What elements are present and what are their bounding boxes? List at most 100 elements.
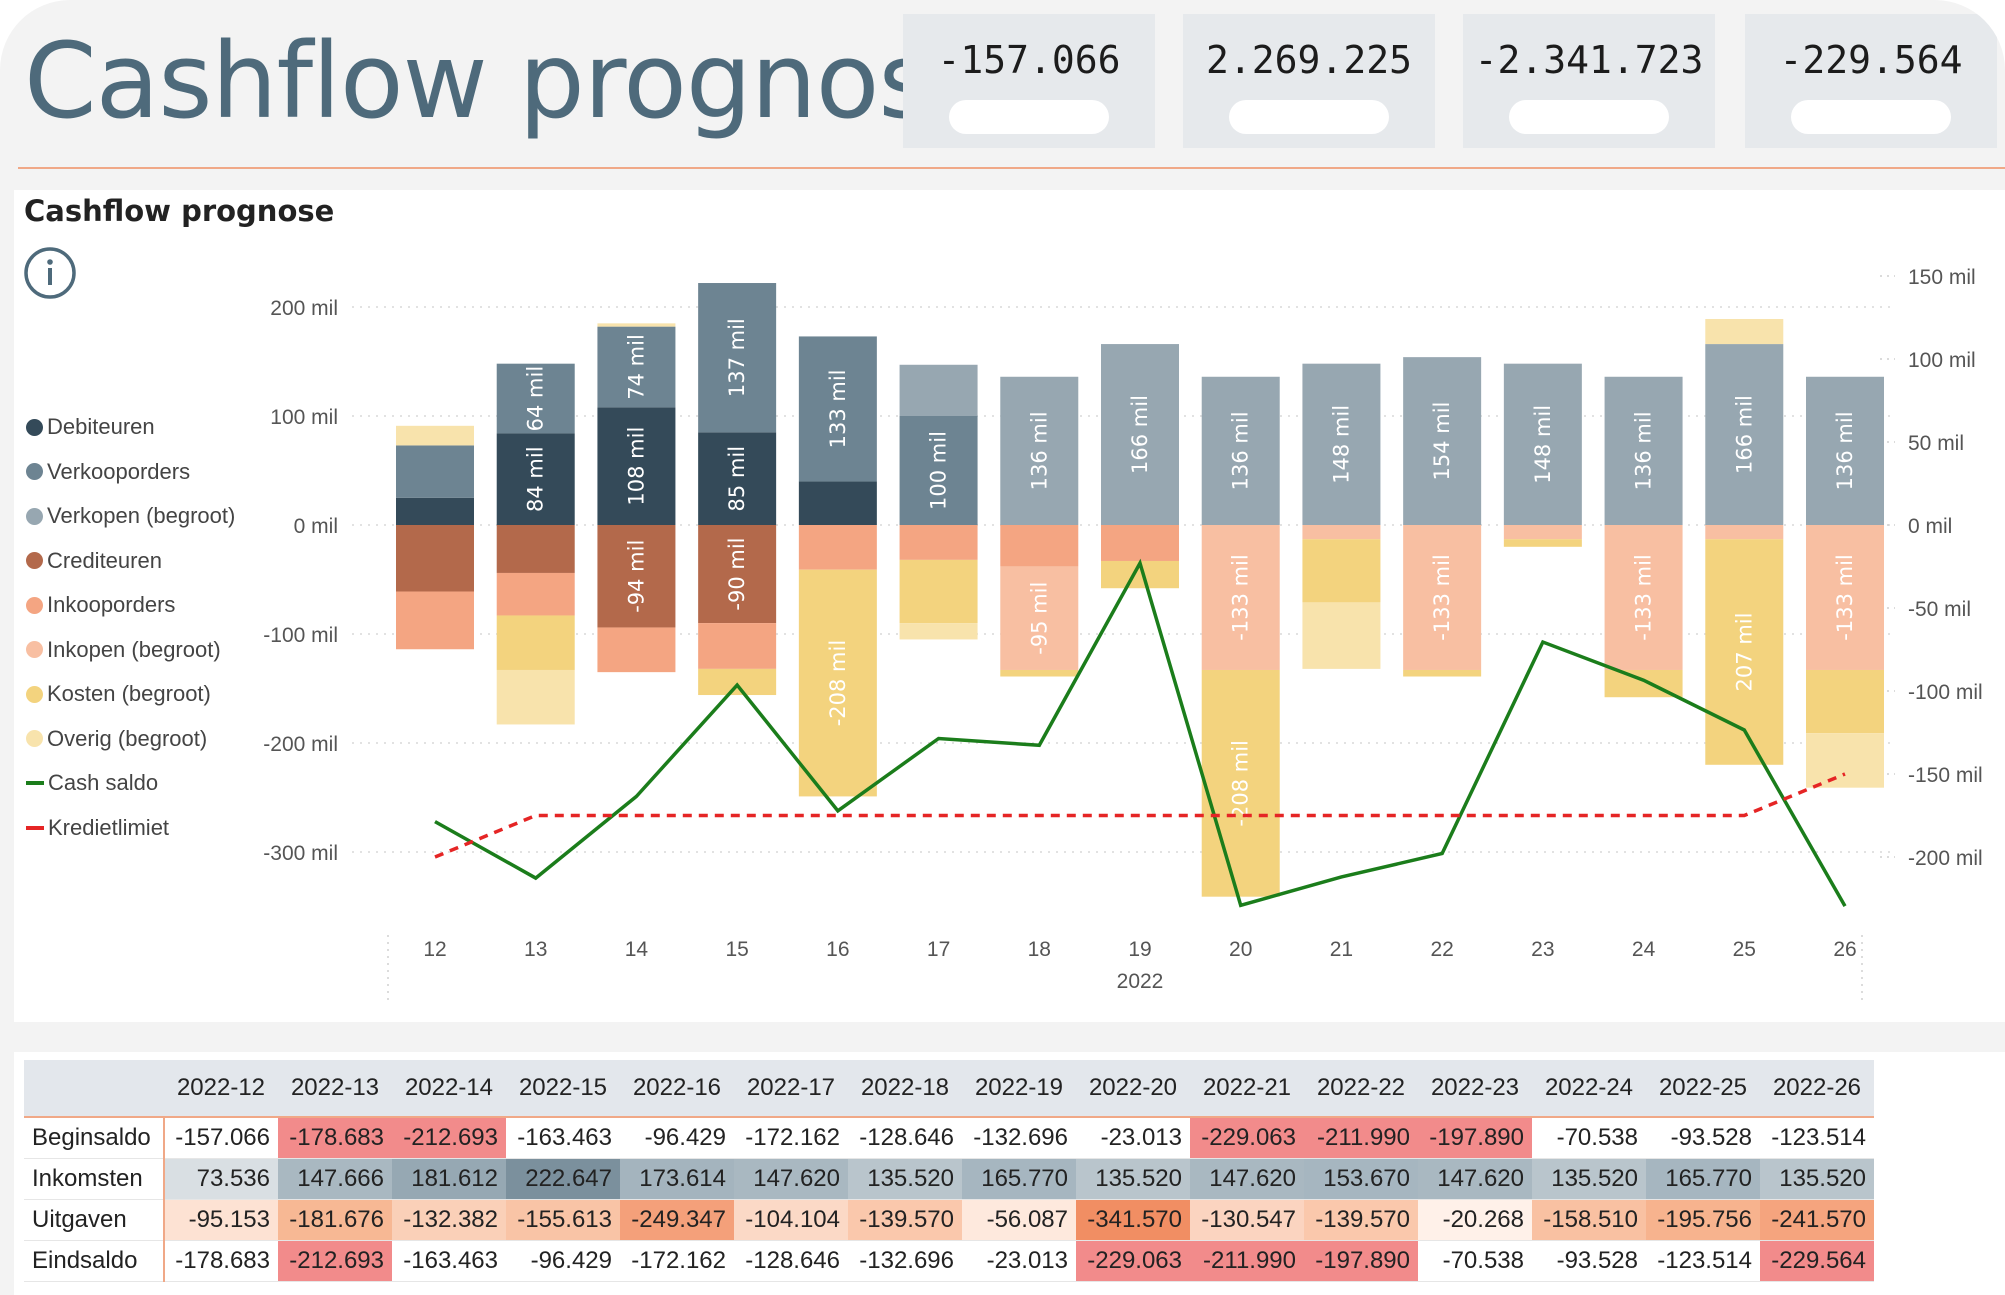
x-tick-label: 18 — [1028, 938, 1051, 961]
bar-segment — [698, 623, 777, 669]
column-header[interactable]: 2022-19 — [962, 1060, 1076, 1117]
data-label: 108 mil — [624, 427, 648, 506]
y-tick-label-left: -100 mil — [263, 624, 338, 647]
row-label: Beginsaldo — [24, 1117, 165, 1159]
bar-segment — [1705, 525, 1784, 540]
bar-segment — [1806, 669, 1884, 734]
data-label: 84 mil — [524, 446, 548, 512]
table-cell: -178.683 — [278, 1117, 392, 1159]
table-cell: 135.520 — [848, 1158, 962, 1200]
table-cell: 73.536 — [164, 1158, 278, 1200]
data-label: 166 mil — [1732, 395, 1756, 474]
data-label: 64 mil — [524, 366, 548, 432]
table-cell: -123.514 — [1760, 1117, 1874, 1159]
column-header[interactable]: 2022-21 — [1190, 1060, 1304, 1117]
table-cell: 181.612 — [392, 1158, 506, 1200]
table-cell: -157.066 — [164, 1117, 278, 1159]
y-tick-label-left: -300 mil — [263, 842, 338, 865]
x-tick-label: 20 — [1229, 938, 1252, 961]
bar-segment — [496, 572, 575, 616]
bar-segment — [1302, 525, 1381, 540]
table-cell: -104.104 — [734, 1199, 848, 1241]
column-header[interactable]: 2022-24 — [1532, 1060, 1646, 1117]
table-cell: -23.013 — [962, 1240, 1076, 1282]
data-label: -208 mil — [1229, 740, 1253, 826]
table-row: Beginsaldo -157.066 -178.683 -212.693 -163.4… — [24, 1117, 1874, 1159]
table-header-row: 2022-12 2022-13 2022-14 2022-15 2022-16 2022-… — [24, 1060, 1874, 1117]
data-label: -208 mil — [826, 640, 850, 726]
bar-segment — [597, 627, 676, 673]
column-header[interactable]: 2022-22 — [1304, 1060, 1418, 1117]
table-cell: -212.693 — [278, 1240, 392, 1282]
bar-segment — [798, 525, 877, 570]
column-header[interactable]: 2022-25 — [1646, 1060, 1760, 1117]
table-cell: 135.520 — [1532, 1158, 1646, 1200]
bar-segment — [1302, 539, 1381, 603]
bar-segment — [1503, 539, 1582, 547]
table-cell: -96.429 — [506, 1240, 620, 1282]
table-cell: -163.463 — [506, 1117, 620, 1159]
x-tick-label: 21 — [1330, 938, 1353, 961]
bar-segment — [899, 364, 978, 416]
table-row: Eindsaldo -178.683 -212.693 -163.463 -96.429… — [24, 1240, 1874, 1282]
x-axis-group-label: 2022 — [1117, 970, 1164, 993]
bar-segment — [899, 623, 978, 640]
table-cell: -93.528 — [1532, 1240, 1646, 1282]
x-tick-label: 14 — [625, 938, 649, 961]
column-header[interactable]: 2022-26 — [1760, 1060, 1874, 1117]
data-label: 137 mil — [725, 318, 749, 397]
y-tick-label-right: 50 mil — [1908, 432, 1964, 455]
y-tick-label-right: 100 mil — [1908, 349, 1976, 372]
column-header[interactable]: 2022-18 — [848, 1060, 962, 1117]
bar-segment — [396, 497, 474, 525]
column-header[interactable]: 2022-17 — [734, 1060, 848, 1117]
column-header[interactable]: 2022-12 — [164, 1060, 278, 1117]
bar-segment — [798, 481, 877, 525]
table-cell: -23.013 — [1076, 1117, 1190, 1159]
bar-segment — [396, 525, 474, 592]
x-tick-label: 17 — [927, 938, 950, 961]
table-cell: -132.696 — [962, 1117, 1076, 1159]
column-header[interactable]: 2022-20 — [1076, 1060, 1190, 1117]
table-cell: -229.564 — [1760, 1240, 1874, 1282]
data-label: -94 mil — [624, 540, 648, 613]
x-tick-label: 23 — [1531, 938, 1554, 961]
column-header[interactable]: 2022-23 — [1418, 1060, 1532, 1117]
column-header[interactable]: 2022-15 — [506, 1060, 620, 1117]
bar-segment — [1101, 525, 1179, 561]
table-cell: -132.382 — [392, 1199, 506, 1241]
table-corner — [24, 1060, 164, 1117]
y-tick-label-right: -200 mil — [1908, 847, 1983, 870]
table-cell: -96.429 — [620, 1117, 734, 1159]
x-tick-label: 13 — [524, 938, 547, 961]
table-cell: -172.162 — [734, 1117, 848, 1159]
table-cell: -128.646 — [848, 1117, 962, 1159]
table-cell: -212.693 — [392, 1117, 506, 1159]
table-row: Inkomsten 73.536 147.666 181.612 222.647 173.… — [24, 1158, 1874, 1200]
table-cell: 165.770 — [962, 1158, 1076, 1200]
data-label: -133 mil — [1833, 554, 1857, 640]
column-header[interactable]: 2022-14 — [392, 1060, 506, 1117]
table-cell: 153.670 — [1304, 1158, 1418, 1200]
table-cell: 173.614 — [620, 1158, 734, 1200]
table-cell: 147.620 — [734, 1158, 848, 1200]
bar-segment — [899, 525, 978, 560]
column-header[interactable]: 2022-16 — [620, 1060, 734, 1117]
x-tick-label: 22 — [1430, 938, 1453, 961]
bar-segment — [1302, 602, 1381, 669]
data-label: 100 mil — [927, 431, 951, 510]
table-cell: -229.063 — [1076, 1240, 1190, 1282]
y-tick-label-right: 150 mil — [1908, 266, 1976, 289]
table-cell: -211.990 — [1304, 1117, 1418, 1159]
column-header[interactable]: 2022-13 — [278, 1060, 392, 1117]
bar-segment — [899, 559, 978, 624]
bar-segment — [396, 445, 474, 498]
table-cell: -197.890 — [1304, 1240, 1418, 1282]
table-row: Uitgaven -95.153 -181.676 -132.382 -155.613-… — [24, 1199, 1874, 1241]
data-label: 148 mil — [1531, 405, 1555, 484]
table-cell: 135.520 — [1076, 1158, 1190, 1200]
table-cell: -139.570 — [848, 1199, 962, 1241]
y-tick-label-left: 200 mil — [270, 297, 338, 320]
bar-segment — [1000, 525, 1079, 567]
x-tick-label: 19 — [1128, 938, 1151, 961]
